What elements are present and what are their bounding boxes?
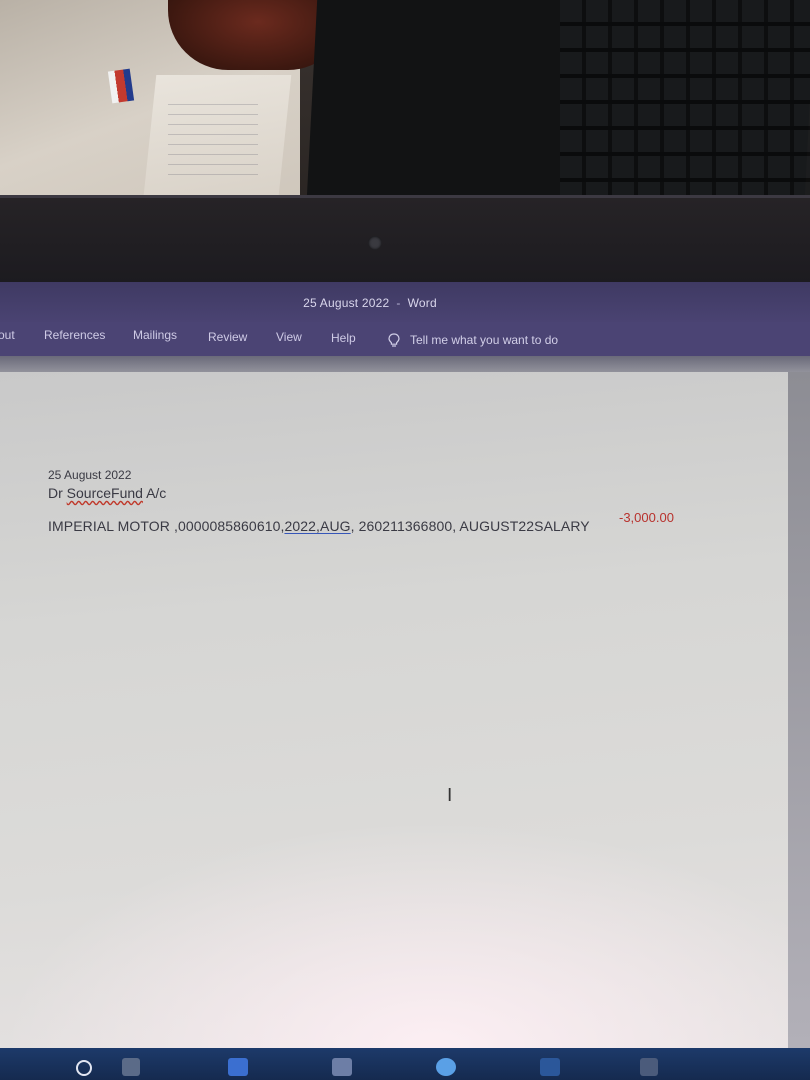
tab-view[interactable]: View — [276, 330, 302, 344]
tell-me-search[interactable]: Tell me what you want to do — [388, 330, 558, 350]
handwritten-notes — [168, 95, 258, 175]
transaction-period: 2022,AUG — [284, 518, 351, 534]
document-title: 25 August 2022 — [303, 296, 390, 310]
task-view-icon[interactable] — [122, 1058, 140, 1076]
screen-glare — [0, 820, 790, 1048]
tab-review[interactable]: Review — [208, 330, 247, 344]
store-icon[interactable] — [640, 1058, 658, 1076]
transaction-reference: , 260211366800, AUGUST22SALARY — [350, 518, 590, 534]
account-name: SourceFund — [66, 485, 143, 501]
entry-date: 25 August 2022 — [48, 468, 132, 482]
browser-icon[interactable] — [436, 1058, 456, 1076]
title-separator: - — [396, 296, 401, 310]
account-prefix: Dr — [48, 485, 67, 501]
flag-sticker — [107, 68, 135, 104]
tell-me-text: Tell me what you want to do — [410, 333, 559, 347]
desk-background — [0, 0, 810, 205]
account-line: Dr SourceFund A/c — [48, 485, 166, 501]
vertical-scrollbar[interactable] — [788, 372, 810, 1048]
tab-layout[interactable]: out — [0, 328, 15, 342]
search-icon[interactable] — [76, 1060, 92, 1076]
transaction-payee: IMPERIAL MOTOR ,0000085860610, — [48, 518, 285, 534]
keyboard — [560, 0, 810, 195]
window-title: 25 August 2022- Word — [0, 296, 740, 310]
app-name: Word — [407, 296, 437, 310]
tab-mailings[interactable]: Mailings — [133, 328, 177, 342]
account-suffix: A/c — [142, 485, 167, 501]
transaction-amount: -3,000.00 — [619, 510, 674, 525]
webcam-icon — [368, 236, 382, 250]
mail-icon[interactable] — [332, 1058, 352, 1076]
monitor-bezel — [0, 195, 810, 293]
word-icon[interactable] — [540, 1058, 560, 1076]
transaction-line: IMPERIAL MOTOR ,0000085860610,2022,AUG, … — [48, 518, 590, 534]
tab-references[interactable]: References — [44, 328, 105, 342]
text-cursor-icon: I — [447, 785, 453, 806]
tab-help[interactable]: Help — [331, 331, 356, 345]
file-explorer-icon[interactable] — [228, 1058, 248, 1076]
lightbulb-icon — [388, 332, 400, 348]
